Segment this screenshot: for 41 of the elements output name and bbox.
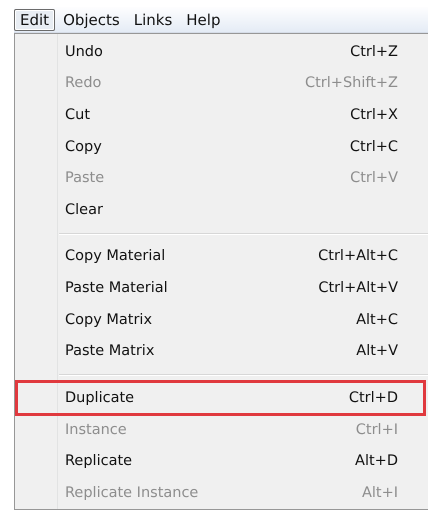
menu-bar-item[interactable]: Edit [14, 8, 56, 30]
shortcut-label: Alt+I [362, 484, 398, 501]
shortcut-label: Alt+D [355, 453, 398, 470]
menu-item[interactable]: Paste Matrix Alt+V [15, 335, 428, 367]
menu-item[interactable]: Copy Material Ctrl+Alt+C [15, 240, 428, 272]
menu-item-label: Replicate Instance [65, 484, 198, 501]
menu-item[interactable]: Paste Material Ctrl+Alt+V [15, 272, 428, 304]
menu-bar-item[interactable]: Links [128, 8, 178, 30]
menu-item-label: Paste Matrix [65, 343, 154, 360]
menu-item[interactable]: Replicate Alt+D [15, 446, 428, 478]
shortcut-label: Ctrl+V [350, 170, 398, 186]
shortcut-label: Ctrl+C [350, 138, 398, 155]
menu-item[interactable]: Cut Ctrl+X [15, 99, 428, 131]
menu-item-label: Redo [65, 75, 102, 92]
menu-item-label: Copy Material [65, 248, 166, 264]
menu-item[interactable]: Clear [15, 194, 428, 226]
shortcut-label: Alt+V [356, 343, 398, 360]
menu-item-label: Cut [65, 106, 90, 123]
menu-item-label: Copy [65, 138, 102, 155]
menu-item[interactable]: Undo Ctrl+Z [15, 36, 428, 68]
menu-item-label: Paste [65, 170, 104, 186]
menu-item-label: Instance [65, 422, 127, 438]
shortcut-label: Alt+C [356, 312, 398, 328]
menu-item-label: Paste Material [65, 280, 168, 296]
menu-item-label: Replicate [65, 453, 132, 470]
menu-bar-item[interactable]: Help [180, 8, 226, 30]
shortcut-label: Ctrl+X [350, 106, 398, 123]
menu-item-label: Copy Matrix [65, 312, 152, 328]
menu-bar-item[interactable]: Objects [57, 8, 126, 30]
menu-item-label: Duplicate [65, 390, 134, 406]
menu-item-label: Clear [65, 202, 103, 218]
shortcut-label: Ctrl+I [356, 422, 398, 438]
shortcut-label: Ctrl+Alt+V [318, 280, 398, 296]
shortcut-label: Ctrl+Alt+C [318, 248, 398, 264]
menu-item[interactable]: Copy Ctrl+C [15, 130, 428, 162]
shortcut-label: Ctrl+D [348, 390, 398, 406]
shortcut-label: Ctrl+Shift+Z [305, 75, 398, 92]
shortcut-label: Ctrl+Z [350, 44, 398, 60]
menu-item[interactable]: Duplicate Ctrl+D [15, 380, 426, 416]
menu-item[interactable]: Copy Matrix Alt+C [15, 304, 428, 336]
menu-item-label: Undo [65, 44, 103, 60]
